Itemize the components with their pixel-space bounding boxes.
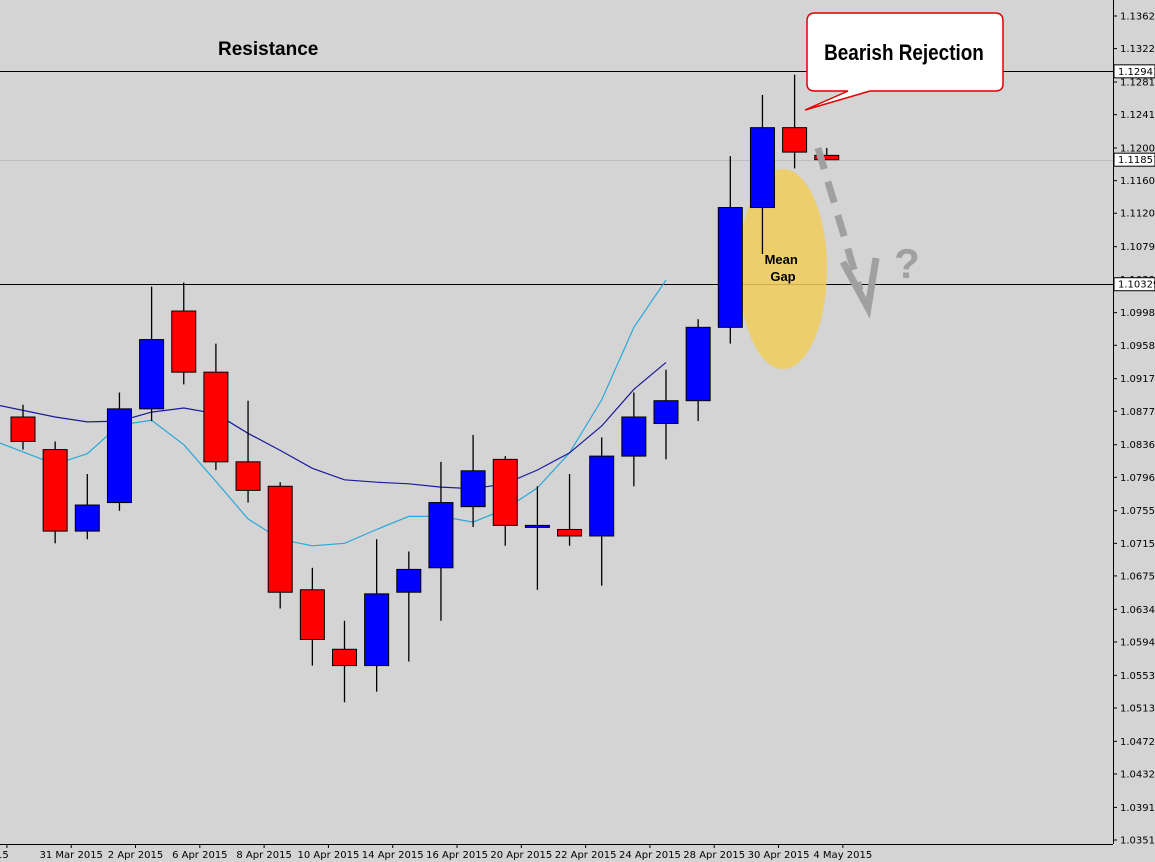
x-tick-label: 22 Apr 2015 <box>555 850 617 861</box>
candle-body <box>203 371 229 463</box>
plot-background <box>0 0 1113 844</box>
candle-body <box>332 648 357 667</box>
candle-body <box>396 568 422 593</box>
x-tick-label: 16 Apr 2015 <box>426 850 488 861</box>
callout-text: Bearish Rejection <box>824 41 984 66</box>
y-tick-label: 1.07960 <box>1120 473 1155 484</box>
candle-body <box>685 326 711 402</box>
y-tick-label: 1.08770 <box>1120 407 1155 418</box>
y-tick-label: 1.05940 <box>1120 637 1155 648</box>
y-tick-label: 1.05130 <box>1120 703 1155 714</box>
x-tick-label: 6 Apr 2015 <box>172 850 227 861</box>
candle-body <box>589 455 615 537</box>
x-tick-label: 15 <box>0 850 9 861</box>
x-tick-label: 28 Apr 2015 <box>683 850 745 861</box>
candle-body <box>171 310 197 373</box>
y-tick-label: 1.10790 <box>1120 242 1155 253</box>
price-label-text: 1.10329 <box>1118 280 1155 291</box>
y-tick-label: 1.03510 <box>1120 836 1155 847</box>
candle-body <box>139 339 165 410</box>
candle-body <box>653 400 679 425</box>
y-tick-label: 1.13620 <box>1120 12 1155 23</box>
y-tick-label: 1.06750 <box>1120 571 1155 582</box>
x-tick-label: 31 Mar 2015 <box>40 850 103 861</box>
y-tick-label: 1.08360 <box>1120 440 1155 451</box>
candle-body <box>42 449 68 532</box>
x-tick-label: 8 Apr 2015 <box>236 850 291 861</box>
x-tick-label: 10 Apr 2015 <box>298 850 360 861</box>
x-tick-label: 24 Apr 2015 <box>619 850 681 861</box>
y-tick-label: 1.05530 <box>1120 671 1155 682</box>
candle-8 <box>267 482 293 609</box>
candle-body <box>749 127 775 209</box>
candle-3 <box>106 392 132 511</box>
candle-body <box>524 524 550 528</box>
candle-body <box>460 470 486 508</box>
candle-body <box>364 593 390 667</box>
y-tick-label: 1.07550 <box>1120 506 1155 517</box>
candle-body <box>428 502 454 569</box>
candle-body <box>235 461 261 491</box>
y-axis-ticks: 1.136201.132201.128101.124101.120001.116… <box>1113 12 1155 847</box>
x-tick-label: 2 Apr 2015 <box>108 850 163 861</box>
y-tick-label: 1.13220 <box>1120 44 1155 55</box>
candle-body <box>106 408 132 504</box>
candle-body <box>267 485 293 593</box>
candle-body <box>299 589 325 641</box>
candle-body <box>782 127 808 153</box>
x-tick-label: 20 Apr 2015 <box>490 850 552 861</box>
question-mark: ? <box>894 240 920 287</box>
x-tick-label: 14 Apr 2015 <box>362 850 424 861</box>
y-tick-label: 1.04720 <box>1120 737 1155 748</box>
price-chart: 1.136201.132201.128101.124101.120001.116… <box>0 0 1155 861</box>
mean-gap-line-1: Mean <box>765 252 798 267</box>
y-tick-label: 1.04320 <box>1120 769 1155 780</box>
candle-body <box>10 416 36 442</box>
price-label-text: 1.11857 <box>1118 155 1155 166</box>
x-axis-ticks: 15 31 Mar 2015 2 Apr 2015 6 Apr 2015 8 Apr 2… <box>0 844 872 861</box>
x-tick-label: 4 May 2015 <box>813 850 872 861</box>
candle-body <box>557 528 583 537</box>
candle-body <box>74 504 100 532</box>
candle-body <box>492 458 518 526</box>
y-tick-label: 1.11600 <box>1120 176 1155 187</box>
candle-1 <box>42 441 68 544</box>
y-tick-label: 1.12410 <box>1120 110 1155 121</box>
candle-body <box>717 207 743 328</box>
y-tick-label: 1.06340 <box>1120 605 1155 616</box>
candle-body <box>621 416 647 457</box>
y-tick-label: 1.09980 <box>1120 308 1155 319</box>
resistance-label: Resistance <box>218 39 318 60</box>
x-tick-label: 30 Apr 2015 <box>748 850 810 861</box>
y-tick-label: 1.11200 <box>1120 209 1155 220</box>
y-tick-label: 1.09580 <box>1120 341 1155 352</box>
y-tick-label: 1.12810 <box>1120 78 1155 89</box>
mean-gap-line-2: Gap <box>770 269 795 284</box>
y-tick-label: 1.09170 <box>1120 374 1155 385</box>
y-tick-label: 1.07150 <box>1120 539 1155 550</box>
y-tick-label: 1.03910 <box>1120 803 1155 814</box>
price-label-text: 1.12941 <box>1118 67 1155 78</box>
